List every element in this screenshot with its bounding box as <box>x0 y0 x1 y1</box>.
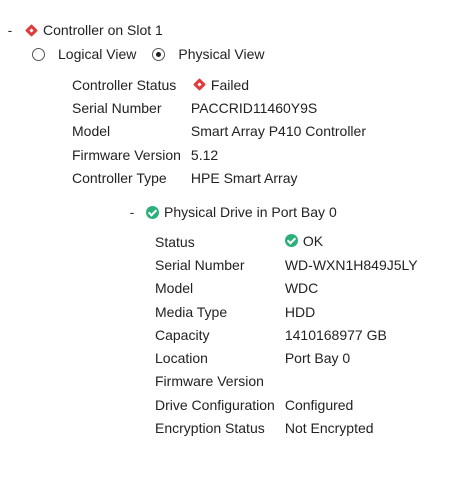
physical-drive-node: - Physical Drive in Port Bay 0 <box>126 202 337 222</box>
property-value: WD-WXN1H849J5LY <box>284 256 418 273</box>
controller-node: - Controller on Slot 1 <box>4 20 163 40</box>
property-label: Capacity <box>155 326 210 343</box>
collapse-drive-toggle[interactable]: - <box>126 204 138 220</box>
property-row: Model WDC <box>155 277 418 300</box>
physical-view-label[interactable]: Physical View <box>178 46 264 62</box>
radio-circle-icon[interactable] <box>32 47 45 61</box>
property-row: Controller Status Failed <box>72 73 366 96</box>
physical-view-radio[interactable]: Physical View <box>152 46 264 62</box>
property-label: Model <box>155 280 194 297</box>
failed-status-icon <box>25 23 38 37</box>
property-row: Media Type HDD <box>155 300 418 323</box>
storage-tree-panel: - Controller on Slot 1 Logical View Phys… <box>0 0 472 477</box>
radio-circle-selected-icon[interactable] <box>152 47 166 61</box>
property-label: Serial Number <box>155 256 245 273</box>
property-label: Controller Type <box>72 169 167 186</box>
failed-diamond-icon <box>193 78 206 92</box>
property-value: OK <box>284 230 418 253</box>
property-row: Firmware Version 5.12 <box>72 143 366 166</box>
property-row: Encryption Status Not Encrypted <box>155 416 418 439</box>
property-label: Media Type <box>155 303 228 320</box>
controller-properties-table: Controller Status Failed Serial Number P… <box>72 73 366 189</box>
property-label: Model <box>72 123 111 140</box>
property-label: Serial Number <box>72 99 162 116</box>
property-value: 5.12 <box>190 146 219 163</box>
property-row: Controller Type HPE Smart Array <box>72 166 366 189</box>
property-value: Configured <box>284 396 354 413</box>
ok-check-icon <box>284 234 298 248</box>
drive-status-value: OK <box>302 232 324 249</box>
property-row: Model Smart Array P410 Controller <box>72 120 366 143</box>
ok-status-icon <box>146 205 159 219</box>
drive-title: Physical Drive in Port Bay 0 <box>164 204 337 220</box>
collapse-controller-toggle[interactable]: - <box>4 22 16 38</box>
property-row: Status OK <box>155 230 418 253</box>
controller-status-value: Failed <box>210 76 250 93</box>
property-label: Status <box>155 233 195 250</box>
property-label: Encryption Status <box>155 420 265 437</box>
property-value: HPE Smart Array <box>190 169 298 186</box>
property-label: Controller Status <box>72 76 177 93</box>
property-value: Not Encrypted <box>284 420 374 437</box>
property-row: Location Port Bay 0 <box>155 346 418 369</box>
property-row: Serial Number PACCRID11460Y9S <box>72 96 366 119</box>
property-value: Smart Array P410 Controller <box>190 123 366 140</box>
property-value: Failed <box>191 73 366 96</box>
property-label: Location <box>155 350 208 367</box>
property-value: Port Bay 0 <box>284 350 351 367</box>
property-label: Firmware Version <box>72 146 181 163</box>
property-row: Capacity 1410168977 GB <box>155 323 418 346</box>
property-row: Drive Configuration Configured <box>155 393 418 416</box>
property-value: PACCRID11460Y9S <box>190 99 318 116</box>
property-label: Drive Configuration <box>155 396 275 413</box>
logical-view-radio[interactable]: Logical View <box>32 46 136 62</box>
property-value: HDD <box>284 303 316 320</box>
logical-view-label[interactable]: Logical View <box>58 46 136 62</box>
controller-title: Controller on Slot 1 <box>43 22 163 38</box>
property-row: Serial Number WD-WXN1H849J5LY <box>155 253 418 276</box>
property-value: 1410168977 GB <box>284 326 387 343</box>
property-row: Firmware Version <box>155 370 418 393</box>
property-value: WDC <box>284 280 319 297</box>
drive-properties-table: Status OK Serial Number WD-WXN1H849J5LY … <box>155 230 418 440</box>
view-mode-radio-group: Logical View Physical View <box>32 44 280 64</box>
property-value <box>285 370 418 393</box>
property-label: Firmware Version <box>155 373 264 390</box>
